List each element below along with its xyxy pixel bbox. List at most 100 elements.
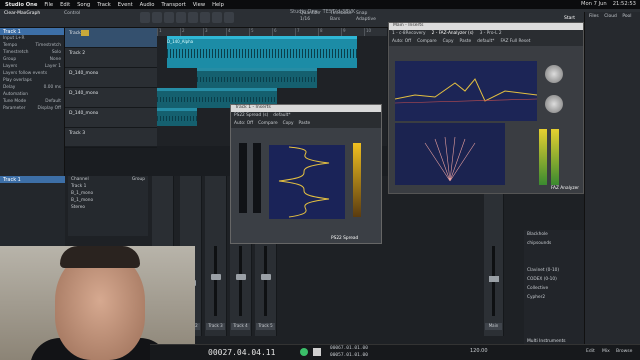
inspector-row[interactable]: Input L+R: [0, 35, 64, 42]
fader-knob[interactable]: [211, 274, 221, 280]
timeline-ruler[interactable]: 1 2 3 4 5 6 7 8 9 10: [157, 28, 387, 36]
bend-tool-button[interactable]: [212, 12, 222, 23]
menu-transport[interactable]: Transport: [161, 2, 185, 8]
paste-button[interactable]: Paste: [299, 121, 311, 127]
inspector-row[interactable]: Layers Layer 1: [0, 63, 64, 70]
center-slider[interactable]: [253, 143, 261, 213]
inspector-row[interactable]: Automation: [0, 91, 64, 98]
plugin-titlebar[interactable]: Main - Inserts: [389, 23, 583, 30]
preset-name[interactable]: default*: [273, 113, 290, 119]
copy-button[interactable]: Copy: [283, 121, 294, 127]
mixer-inspector-header[interactable]: Track 1: [0, 176, 65, 183]
list-item[interactable]: Cypher2: [524, 293, 584, 302]
browse-button[interactable]: Browse: [616, 349, 632, 354]
timebase-value[interactable]: Bars: [330, 17, 340, 22]
menu-edit[interactable]: Edit: [60, 2, 70, 8]
snap-value[interactable]: Adaptive: [356, 17, 376, 22]
fader-knob[interactable]: [236, 274, 246, 280]
menu-file[interactable]: File: [44, 2, 53, 8]
mixer-channel[interactable]: Track 3: [205, 176, 227, 336]
fader-knob[interactable]: [489, 276, 499, 282]
faz-plugin-window[interactable]: Main - Inserts 1 - c-8Recovery 2 - FAZ-A…: [388, 22, 584, 194]
track-color-chip[interactable]: [81, 30, 89, 36]
output-channel[interactable]: Output 1+3 Main: [484, 176, 504, 336]
paste-button[interactable]: Paste: [460, 39, 472, 45]
inspector-row[interactable]: Timestretch Solo: [0, 49, 64, 56]
inspector-row[interactable]: Delay 0.00 ms: [0, 84, 64, 91]
track-header[interactable]: D_140_mono: [65, 108, 157, 128]
insert-tab[interactable]: 3 - Pro-L 2: [480, 31, 502, 37]
track-name[interactable]: Track 3: [69, 131, 85, 136]
ps22-plugin-window[interactable]: Track 1 - Inserts PS22 Spread (s) defaul…: [230, 104, 382, 244]
split-tool-button[interactable]: [164, 12, 174, 23]
track-name[interactable]: D_140_mono: [69, 111, 98, 116]
arrow-tool-button[interactable]: [140, 12, 150, 23]
channel-list-item[interactable]: B_1_mono: [68, 197, 148, 204]
loop-end[interactable]: 00057.01.01.00: [330, 353, 368, 358]
app-menu[interactable]: Studio One: [5, 2, 37, 8]
menu-audio[interactable]: Audio: [140, 2, 155, 8]
inspector-row[interactable]: Parameter Display Off: [0, 105, 64, 112]
mix-button[interactable]: Mix: [602, 349, 610, 354]
track-header[interactable]: D_140_mono: [65, 68, 157, 88]
inspector-header[interactable]: Track 1: [0, 28, 64, 35]
channel-list-item[interactable]: B_1_mono: [68, 190, 148, 197]
audio-clip[interactable]: [197, 68, 317, 88]
compare-button[interactable]: Compare: [258, 121, 278, 127]
tab-start[interactable]: Start: [564, 16, 575, 21]
insert-tab[interactable]: 1 - c-8Recovery: [392, 31, 426, 37]
audio-clip[interactable]: D_140_Alpha: [167, 36, 357, 68]
full-reset-label[interactable]: FAZ Full Reset: [500, 39, 530, 45]
browser-tab-pool[interactable]: Pool: [620, 13, 633, 20]
inspector-row[interactable]: Group None: [0, 56, 64, 63]
plugin-name[interactable]: PS22 Spread (s): [234, 113, 268, 119]
quantize-value[interactable]: 1/16: [300, 17, 310, 22]
track-name[interactable]: Track 2: [69, 51, 85, 56]
track-header[interactable]: Track 3: [65, 128, 157, 148]
track-name[interactable]: D_140_mono: [69, 71, 98, 76]
track-name[interactable]: D_140_mono: [69, 91, 98, 96]
fader-track[interactable]: [239, 246, 242, 316]
speed-knob[interactable]: [545, 95, 563, 113]
menu-song[interactable]: Song: [77, 2, 90, 8]
list-item[interactable]: chipsounds: [524, 239, 584, 248]
inspector-row[interactable]: Tune Mode Default: [0, 98, 64, 105]
tempo-display[interactable]: 120.00: [470, 348, 488, 354]
edit-button[interactable]: Edit: [586, 349, 595, 354]
loop-start[interactable]: 00067.01.01.00: [330, 346, 368, 351]
inspector-row[interactable]: Play overlaps: [0, 77, 64, 84]
track-header[interactable]: D_140_mono: [65, 88, 157, 108]
auto-off-button[interactable]: Auto: Off: [234, 121, 253, 127]
mute-tool-button[interactable]: [200, 12, 210, 23]
gain-knob[interactable]: [545, 65, 563, 83]
inspector-row[interactable]: Tempo Timestretch: [0, 42, 64, 49]
insert-tab-active[interactable]: 2 - FAZ-Analyzer (s): [432, 31, 474, 37]
list-item[interactable]: Collective: [524, 284, 584, 293]
menu-help[interactable]: Help: [212, 2, 224, 8]
compare-button[interactable]: Compare: [417, 39, 437, 45]
list-item[interactable]: CODEX (0-10): [524, 275, 584, 284]
timecode-display[interactable]: 00027.04.04.11: [208, 348, 275, 357]
browser-tab-files[interactable]: Files: [587, 13, 601, 20]
list-item[interactable]: Blackhole: [524, 230, 584, 239]
stop-icon[interactable]: [313, 348, 321, 356]
fader-track[interactable]: [264, 246, 267, 316]
play-icon[interactable]: [300, 348, 308, 356]
plugin-titlebar[interactable]: Track 1 - Inserts: [231, 105, 381, 112]
track-header[interactable]: Track 2: [65, 48, 157, 68]
eraser-tool-button[interactable]: [176, 12, 186, 23]
inspector-row[interactable]: Layers follow events: [0, 70, 64, 77]
menu-track[interactable]: Track: [97, 2, 111, 8]
auto-off-button[interactable]: Auto: Off: [392, 39, 411, 45]
track-header[interactable]: Track 1: [65, 28, 157, 48]
range-tool-button[interactable]: [152, 12, 162, 23]
channel-list-item[interactable]: Stereo: [68, 204, 148, 211]
menu-view[interactable]: View: [193, 2, 205, 8]
list-item[interactable]: Clavinet (0-10): [524, 266, 584, 275]
channel-list-item[interactable]: Track 1: [68, 183, 148, 190]
preset-name[interactable]: default*: [477, 39, 494, 45]
fader-track[interactable]: [214, 246, 217, 316]
audio-clip[interactable]: [157, 108, 197, 126]
listen-tool-button[interactable]: [224, 12, 234, 23]
paint-tool-button[interactable]: [188, 12, 198, 23]
